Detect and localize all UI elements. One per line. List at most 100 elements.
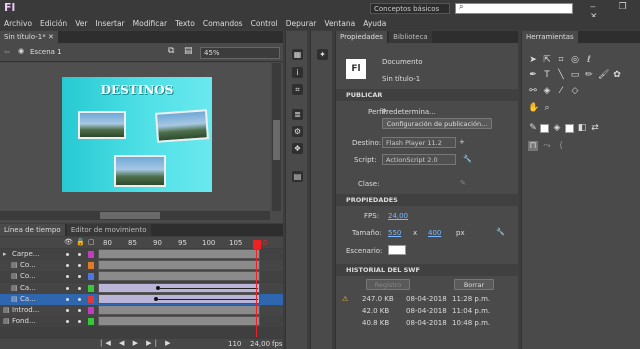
clear-button[interactable]: Borrar (454, 279, 494, 290)
tab-tools[interactable]: Herramientas (522, 31, 578, 43)
layer-frames[interactable] (98, 271, 260, 282)
selection-tool-icon[interactable]: ➤ (528, 55, 538, 65)
menu-control[interactable]: Control (251, 17, 278, 30)
fps-value[interactable]: 24,00 (388, 212, 408, 220)
eraser-tool-icon[interactable]: ◇ (570, 86, 580, 96)
tab-timeline[interactable]: Línea de tiempo (0, 224, 65, 236)
layer-frames[interactable] (98, 316, 260, 327)
plus-icon[interactable]: + (459, 138, 465, 146)
playhead-handle[interactable] (253, 240, 261, 249)
edit-scene-icon[interactable]: ▤ (184, 46, 193, 56)
lock-dot[interactable] (78, 297, 81, 301)
visibility-dot[interactable] (66, 264, 69, 268)
edit-symbol-icon[interactable]: ⧉ (168, 46, 174, 56)
default-colors-icon[interactable]: ◧ (577, 123, 587, 133)
zoom-select[interactable]: 45% (200, 47, 280, 59)
visibility-dot[interactable] (66, 286, 69, 290)
smooth-icon[interactable]: ⤳ (542, 141, 552, 151)
eye-icon[interactable]: 👁 (64, 238, 73, 246)
snap-magnet-icon[interactable]: ⊓ (528, 141, 538, 151)
search-input[interactable] (455, 3, 573, 14)
3d-rotation-tool-icon[interactable]: ◎ (570, 55, 580, 65)
layer-row[interactable]: ▤ Ca... (0, 282, 283, 294)
components-icon[interactable]: ⚙ (292, 126, 303, 137)
width-value[interactable]: 550 (388, 229, 401, 237)
layer-outline-color[interactable] (88, 284, 94, 292)
free-transform-tool-icon[interactable]: ⌗ (556, 55, 566, 65)
lock-dot[interactable] (78, 275, 81, 279)
lock-dot[interactable] (78, 264, 81, 268)
visibility-dot[interactable] (66, 309, 69, 312)
visibility-dot[interactable] (66, 275, 69, 279)
layer-row[interactable]: ▤ Ca... (0, 293, 283, 305)
properties-section-header[interactable]: PROPIEDADES (336, 194, 519, 206)
layer-frames[interactable] (98, 260, 260, 271)
visibility-dot[interactable] (66, 253, 69, 256)
subselection-tool-icon[interactable]: ⇱ (542, 55, 552, 65)
document-tab[interactable]: Sin título-1* ✕ (0, 31, 58, 43)
tab-properties[interactable]: Propiedades (336, 31, 387, 43)
horizontal-scroll-thumb[interactable] (100, 212, 160, 219)
swf-history-section-header[interactable]: HISTORIAL DEL SWF (336, 264, 519, 276)
stage[interactable]: DESTINOS (62, 77, 212, 192)
color-icon[interactable]: ▦ (292, 49, 303, 60)
layer-outline-color[interactable] (88, 295, 94, 303)
menu-texto[interactable]: Texto (175, 17, 195, 30)
visibility-dot[interactable] (66, 297, 69, 301)
height-value[interactable]: 400 (428, 229, 441, 237)
paint-bucket-tool-icon[interactable]: ◈ (542, 86, 552, 96)
layer-row[interactable]: ▸ Carpe... (0, 249, 283, 260)
playback-controls[interactable]: |◀ ◀ ▶ ▶| ▶ (100, 339, 174, 347)
target-select[interactable]: Flash Player 11.2 (382, 137, 456, 148)
layer-frames[interactable] (98, 305, 260, 315)
code-snippets-icon[interactable]: ▤ (292, 171, 303, 182)
publish-settings-button[interactable]: Configuración de publicación... (382, 118, 492, 129)
workspace-selector[interactable]: Conceptos básicos (370, 3, 450, 14)
decorate-tool-icon[interactable]: ✿ (612, 70, 622, 80)
fill-color-swatch[interactable] (565, 124, 574, 133)
menu-archivo[interactable]: Archivo (4, 17, 32, 30)
photo-panorama-2[interactable] (155, 109, 209, 143)
layer-outline-color[interactable] (88, 307, 94, 314)
visibility-dot[interactable] (66, 320, 69, 324)
straighten-icon[interactable]: ⟨ (556, 141, 566, 151)
eyedropper-tool-icon[interactable]: ⁄ (556, 86, 566, 96)
info-icon[interactable]: i (292, 67, 303, 78)
stroke-color-icon[interactable]: ✎ (528, 123, 538, 133)
menu-comandos[interactable]: Comandos (203, 17, 243, 30)
playhead[interactable] (256, 240, 257, 337)
layer-outline-color[interactable] (88, 318, 94, 326)
lock-dot[interactable] (78, 309, 81, 312)
lock-icon[interactable]: 🔒 (76, 238, 85, 246)
lasso-tool-icon[interactable]: ℓ (584, 55, 594, 65)
layer-outline-color[interactable] (88, 262, 94, 270)
pen-tool-icon[interactable]: ✒ (528, 70, 538, 80)
pencil-icon[interactable]: ✎ (460, 179, 466, 187)
menu-insertar[interactable]: Insertar (95, 17, 124, 30)
text-tool-icon[interactable]: T (542, 70, 552, 80)
fill-color-icon[interactable]: ◈ (552, 123, 562, 133)
layer-frames[interactable] (98, 249, 260, 259)
swap-colors-icon[interactable]: ⇄ (590, 123, 600, 133)
layer-outline-color[interactable] (88, 251, 94, 258)
layer-row[interactable]: ▤ Introd... (0, 305, 283, 316)
stage-color-swatch[interactable] (388, 245, 406, 255)
zoom-tool-icon[interactable]: ⌕ (542, 103, 552, 113)
brush-tool-icon[interactable]: 🖌 (598, 70, 609, 80)
back-arrow-icon[interactable]: ⇦ (4, 48, 10, 56)
lock-dot[interactable] (78, 253, 81, 256)
photo-panorama-1[interactable] (78, 111, 126, 139)
hand-tool-icon[interactable]: ✋ (528, 103, 539, 113)
wrench-icon[interactable]: 🔧 (463, 155, 472, 163)
photo-panorama-3[interactable] (114, 155, 166, 187)
align-icon[interactable]: ≣ (292, 109, 303, 120)
script-select[interactable]: ActionScript 2.0 (382, 154, 456, 165)
vertical-scroll-thumb[interactable] (273, 120, 280, 160)
outline-icon[interactable]: ▢ (88, 238, 95, 246)
menu-depurar[interactable]: Depurar (286, 17, 317, 30)
rectangle-tool-icon[interactable]: ▭ (570, 70, 580, 80)
stroke-color-swatch[interactable] (540, 124, 549, 133)
layer-outline-color[interactable] (88, 273, 94, 281)
line-tool-icon[interactable]: ╲ (556, 70, 566, 80)
menu-ayuda[interactable]: Ayuda (363, 17, 386, 30)
